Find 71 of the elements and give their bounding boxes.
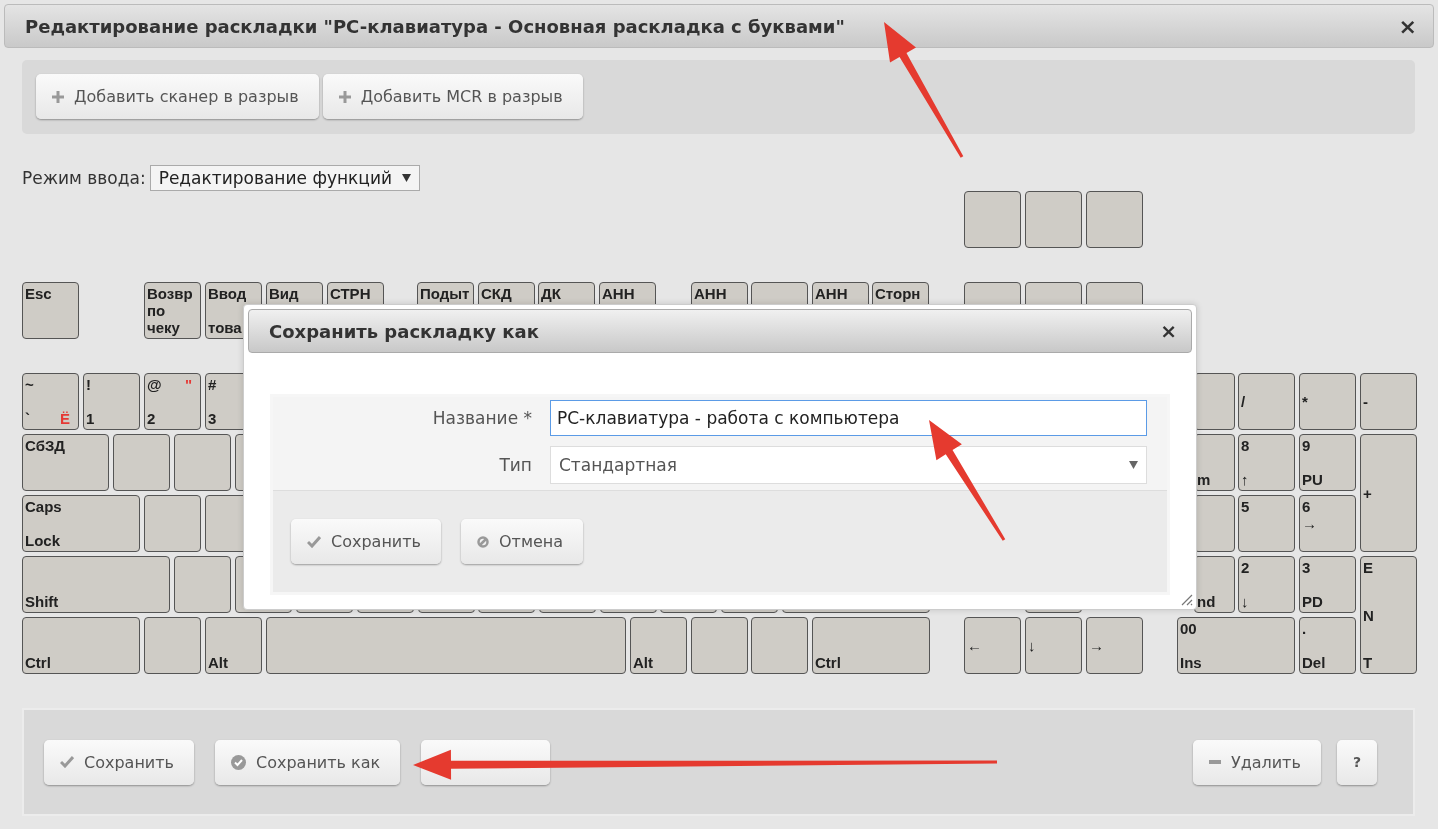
keyboard-key[interactable]: Alt: [205, 617, 262, 674]
keyboard-key[interactable]: [144, 495, 201, 552]
save-as-button[interactable]: Сохранить как: [215, 739, 401, 785]
minus-icon: [1208, 760, 1221, 764]
keyboard-key[interactable]: 9 PU: [1299, 434, 1356, 491]
keyboard-key[interactable]: @ " 2: [144, 373, 201, 430]
keyboard-key[interactable]: [174, 434, 231, 491]
dropdown-caret-icon: [1129, 461, 1138, 469]
window-title: Редактирование раскладки "PC-клавиатура - Основная раскладка с буквами": [25, 15, 845, 37]
keyboard-key[interactable]: 00 Ins: [1177, 617, 1295, 674]
keyboard-key[interactable]: [266, 617, 626, 674]
keyboard-key[interactable]: 6 →: [1299, 495, 1356, 552]
dropdown-caret-icon: [402, 174, 412, 182]
input-mode-label: Режим ввода:: [22, 168, 146, 188]
keyboard-key[interactable]: m: [1194, 434, 1235, 491]
keyboard-key[interactable]: Esc: [22, 282, 79, 339]
close-button[interactable]: ×: [1156, 319, 1181, 343]
keyboard-key[interactable]: ~ ` Ё: [22, 373, 79, 430]
keyboard-key[interactable]: Ctrl: [22, 617, 140, 674]
keyboard-key[interactable]: [751, 617, 808, 674]
ban-icon: [477, 535, 489, 548]
dialog-title: Сохранить раскладку как: [269, 320, 539, 342]
keyboard-key[interactable]: 8 ↑: [1238, 434, 1295, 491]
keyboard-key[interactable]: -: [1360, 373, 1417, 430]
resize-grip-icon[interactable]: [1179, 592, 1193, 606]
keyboard-key[interactable]: [174, 556, 231, 613]
check-circle-icon: [231, 754, 246, 770]
add-button[interactable]: Добавить MCR в разрыв: [322, 74, 583, 119]
keyboard-key[interactable]: . Del: [1299, 617, 1356, 674]
keyboard-key[interactable]: Caps Lock: [22, 495, 140, 552]
keyboard-key[interactable]: E N T: [1360, 556, 1417, 674]
keyboard-key[interactable]: ↓: [1025, 617, 1082, 674]
field-label: Тип: [498, 455, 532, 475]
keyboard-key[interactable]: ←: [964, 617, 1021, 674]
keyboard-key[interactable]: [1025, 191, 1082, 248]
keyboard-key[interactable]: /: [1238, 373, 1295, 430]
keyboard-key[interactable]: 2 ↓: [1238, 556, 1295, 613]
keyboard-key[interactable]: [1194, 373, 1235, 430]
help-button[interactable]: ?: [1336, 739, 1377, 785]
keyboard-key[interactable]: +: [1360, 434, 1417, 552]
keyboard-key[interactable]: Возвр по чеку: [144, 282, 201, 339]
plus-icon: [338, 90, 351, 103]
cancel-button[interactable]: Отмена: [461, 519, 584, 564]
keyboard-key[interactable]: nd: [1194, 556, 1235, 613]
keyboard-key[interactable]: Alt: [630, 617, 687, 674]
keyboard-key[interactable]: ! 1: [83, 373, 140, 430]
name-input[interactable]: PC-клавиатура - работа с компьютера: [550, 400, 1147, 436]
keyboard-key[interactable]: [113, 434, 170, 491]
keyboard-key[interactable]: [144, 617, 201, 674]
delete-button[interactable]: Удалить: [1192, 739, 1321, 785]
input-mode-select[interactable]: Редактирование функций: [149, 165, 421, 191]
save-button[interactable]: Сохранить: [44, 739, 194, 785]
keyboard-key[interactable]: [691, 617, 748, 674]
keyboard-key[interactable]: Shift: [22, 556, 170, 613]
type-select[interactable]: Стандартная: [550, 446, 1147, 484]
check-icon: [60, 756, 74, 768]
keyboard-key[interactable]: Ctrl: [812, 617, 930, 674]
check-icon: [307, 535, 321, 548]
save-button[interactable]: Сохранить: [291, 519, 441, 564]
plus-icon: [52, 90, 64, 103]
keyboard-key[interactable]: [1194, 495, 1235, 552]
keyboard-key[interactable]: СбЗД: [22, 434, 109, 491]
keyboard-key[interactable]: →: [1086, 617, 1143, 674]
keyboard-key[interactable]: *: [1299, 373, 1356, 430]
keyboard-key[interactable]: 3 PD: [1299, 556, 1356, 613]
add-button[interactable]: Добавить сканер в разрыв: [36, 74, 319, 119]
close-button[interactable]: ×: [1394, 13, 1421, 39]
keyboard-key[interactable]: [964, 191, 1021, 248]
keyboard-key[interactable]: [1086, 191, 1143, 248]
keyboard-key[interactable]: 5: [1238, 495, 1295, 552]
field-label: Название *: [431, 408, 532, 428]
